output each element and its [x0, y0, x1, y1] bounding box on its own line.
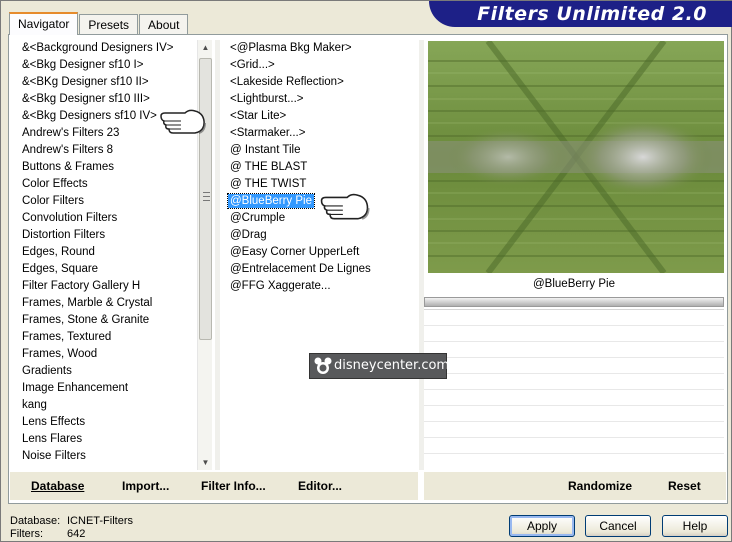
category-item[interactable]: kang — [17, 397, 202, 414]
navigator-panel: &<Background Designers IV> &<Bkg Designer… — [8, 34, 728, 504]
scroll-down-icon[interactable]: ▼ — [198, 455, 213, 470]
pointing-hand-icon — [160, 109, 206, 134]
preview-label: @BlueBerry Pie — [533, 278, 615, 290]
filter-item[interactable]: @Drag — [225, 227, 415, 244]
watermark-text: disneycenter.com — [334, 358, 450, 373]
filter-item-label: <Lakeside Reflection> — [230, 76, 344, 88]
filter-item[interactable]: @FFG Xaggerate... — [225, 278, 415, 295]
filter-item-label: @ THE TWIST — [230, 178, 307, 190]
category-item[interactable]: Frames, Textured — [17, 329, 202, 346]
title-banner: Filters Unlimited 2.0 — [429, 1, 732, 27]
filter-item[interactable]: @ THE BLAST — [225, 159, 415, 176]
preview-action-bar: Randomize Reset — [424, 472, 726, 500]
filter-item-label: @FFG Xaggerate... — [230, 280, 331, 292]
grip-icon — [203, 192, 210, 201]
filter-item-label: <Starmaker...> — [230, 127, 306, 139]
filter-item-label: @Crumple — [230, 212, 286, 224]
category-item[interactable]: &<Background Designers IV> — [17, 40, 202, 57]
apply-button[interactable]: Apply — [509, 515, 575, 537]
import-button[interactable]: Import... — [122, 479, 169, 493]
scroll-thumb[interactable] — [199, 58, 212, 340]
filters-count: 642 — [67, 528, 86, 540]
filter-item-label: @Easy Corner UpperLeft — [230, 246, 360, 258]
category-item[interactable]: Filter Factory Gallery H — [17, 278, 202, 295]
filter-item[interactable]: <Lightburst...> — [225, 91, 415, 108]
filter-item[interactable]: <@Plasma Bkg Maker> — [225, 40, 415, 57]
reset-button[interactable]: Reset — [668, 479, 701, 493]
category-item[interactable]: Image Enhancement — [17, 380, 202, 397]
watermark: disneycenter.com — [309, 353, 450, 379]
category-item[interactable]: Frames, Stone & Granite — [17, 312, 202, 329]
filter-item[interactable]: @ Instant Tile — [225, 142, 415, 159]
scroll-up-icon[interactable]: ▲ — [198, 40, 213, 55]
cancel-button[interactable]: Cancel — [585, 515, 651, 537]
preview-image — [428, 41, 724, 273]
tab-strip: Navigator Presets About — [9, 12, 189, 35]
filter-item[interactable]: <Star Lite> — [225, 108, 415, 125]
filter-item-label: @BlueBerry Pie — [227, 193, 315, 209]
category-item[interactable]: Frames, Marble & Crystal — [17, 295, 202, 312]
filter-item[interactable]: <Grid...> — [225, 57, 415, 74]
filter-item-label: @ Instant Tile — [230, 144, 301, 156]
filter-list[interactable]: <@Plasma Bkg Maker> <Grid...> <Lakeside Re… — [225, 40, 415, 470]
filter-item[interactable]: <Lakeside Reflection> — [225, 74, 415, 91]
filter-item[interactable]: <Starmaker...> — [225, 125, 415, 142]
category-item[interactable]: &<Bkg Designer sf10 III> — [17, 91, 202, 108]
category-scrollbar[interactable]: ▲ ▼ — [197, 40, 212, 470]
category-item[interactable]: Lens Effects — [17, 414, 202, 431]
category-item[interactable]: Gradients — [17, 363, 202, 380]
database-label: Database: — [10, 515, 61, 527]
help-button[interactable]: Help — [662, 515, 728, 537]
filter-item-label: <Star Lite> — [230, 110, 287, 122]
tab-presets[interactable]: Presets — [79, 14, 139, 35]
category-item[interactable]: Edges, Round — [17, 244, 202, 261]
filter-item[interactable]: @Easy Corner UpperLeft — [225, 244, 415, 261]
tab-about[interactable]: About — [139, 14, 189, 35]
category-item[interactable]: Color Filters — [17, 193, 202, 210]
preview-slider-track — [424, 297, 724, 307]
category-item[interactable]: Edges, Square — [17, 261, 202, 278]
category-item[interactable]: Noise Filters — [17, 448, 202, 465]
filter-item-label: <Grid...> — [230, 59, 275, 71]
filter-item-label: @ THE BLAST — [230, 161, 308, 173]
parameter-area — [424, 309, 724, 469]
tab-navigator[interactable]: Navigator — [9, 12, 79, 35]
filters-unlimited-dialog: Filters Unlimited 2.0 Navigator Presets … — [0, 0, 732, 542]
category-item[interactable]: &<Bkg Designer sf10 I> — [17, 57, 202, 74]
database-button[interactable]: Database — [31, 479, 84, 493]
filters-label: Filters: — [10, 528, 43, 540]
category-item[interactable]: Distortion Filters — [17, 227, 202, 244]
preview-texture — [428, 41, 724, 273]
filter-item-label: <Lightburst...> — [230, 93, 304, 105]
category-item[interactable]: &<BKg Designer sf10 II> — [17, 74, 202, 91]
pointing-hand-icon — [320, 193, 370, 220]
list-action-bar: Database Import... Filter Info... Editor… — [10, 472, 418, 500]
database-info: Database: ICNET-Filters Filters: 642 — [10, 515, 133, 541]
category-item[interactable]: Frames, Wood — [17, 346, 202, 363]
category-list[interactable]: &<Background Designers IV> &<Bkg Designer… — [17, 40, 202, 470]
category-item[interactable]: Buttons & Frames — [17, 159, 202, 176]
database-value: ICNET-Filters — [67, 515, 133, 527]
editor-button[interactable]: Editor... — [298, 479, 342, 493]
category-item[interactable]: Lens Flares — [17, 431, 202, 448]
filter-item[interactable]: @Entrelacement De Lignes — [225, 261, 415, 278]
category-item[interactable]: Andrew's Filters 8 — [17, 142, 202, 159]
randomize-button[interactable]: Randomize — [568, 479, 632, 493]
mouse-logo-icon — [314, 357, 332, 374]
filter-item-label: @Drag — [230, 229, 267, 241]
filter-item-label: <@Plasma Bkg Maker> — [230, 42, 352, 54]
list-divider — [215, 40, 220, 470]
category-item[interactable]: Color Effects — [17, 176, 202, 193]
banner-title: Filters Unlimited 2.0 — [477, 3, 707, 25]
filter-info-button[interactable]: Filter Info... — [201, 479, 266, 493]
filter-item-label: @Entrelacement De Lignes — [230, 263, 371, 275]
category-item[interactable]: Convolution Filters — [17, 210, 202, 227]
